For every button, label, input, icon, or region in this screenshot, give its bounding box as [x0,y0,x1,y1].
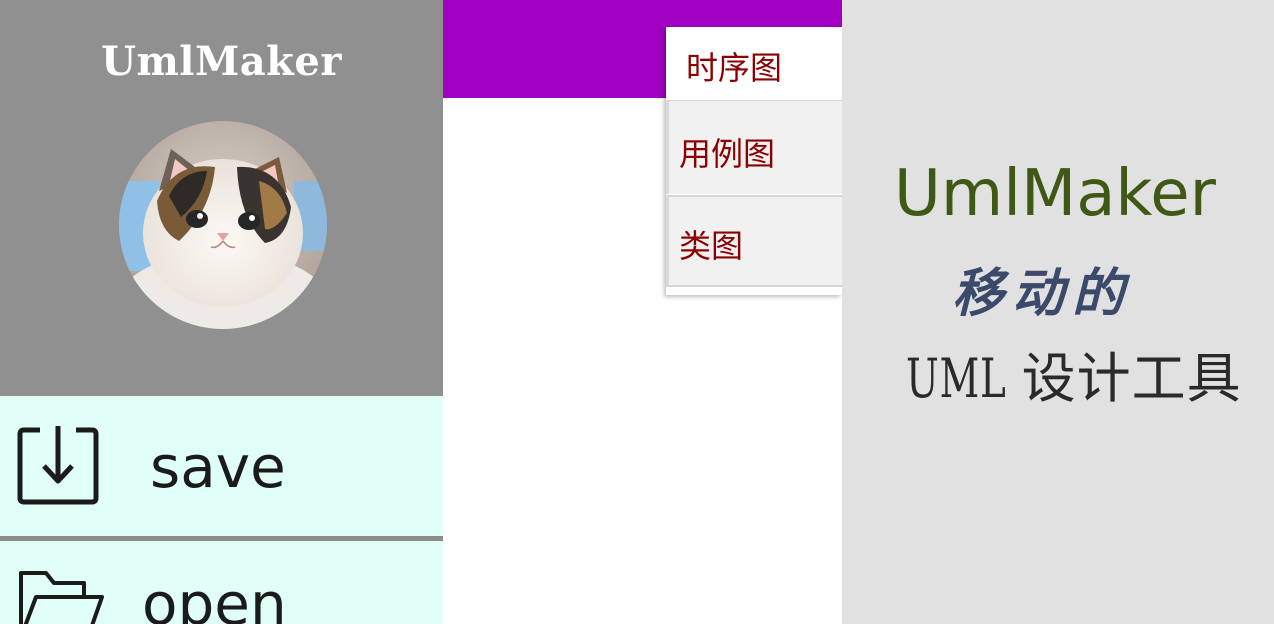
popup-item-use-case-diagram[interactable]: 用例图 [666,100,842,194]
splash-tagline: UML 设计工具 [906,352,1242,406]
popup-item-label: 时序图 [686,49,783,87]
folder-icon [18,569,106,624]
menu-item-save[interactable]: save [0,396,443,536]
splash-title: UmlMaker [894,157,1216,231]
navigation-drawer: UmlMaker save open [0,0,443,624]
popup-item-label: 类图 [679,227,744,265]
diagram-type-popup-menu: 时序图 用例图 类图 [666,27,842,295]
avatar[interactable] [119,121,327,329]
app-title: UmlMaker [101,38,342,85]
main-content: 时序图 用例图 类图 [443,0,842,624]
splash-tagline-latin: UML [906,347,1007,410]
popup-item-class-diagram[interactable]: 类图 [666,195,842,287]
popup-item-label: 用例图 [679,135,776,173]
save-label: save [150,433,286,501]
kitten-avatar-image [119,121,327,329]
screen: UmlMaker save open 时序图 用例图 类图 UmlMaker 移… [0,0,1274,624]
drawer-header: UmlMaker [0,0,443,396]
popup-item-sequence-diagram[interactable]: 时序图 [666,27,842,99]
open-label: open [142,570,287,624]
splash-subtitle: 移动的 [952,263,1133,324]
menu-item-open[interactable]: open [0,541,443,624]
download-icon [16,424,100,510]
splash-panel: UmlMaker 移动的 UML 设计工具 [842,0,1274,624]
splash-tagline-cjk: 设计工具 [1021,347,1242,410]
